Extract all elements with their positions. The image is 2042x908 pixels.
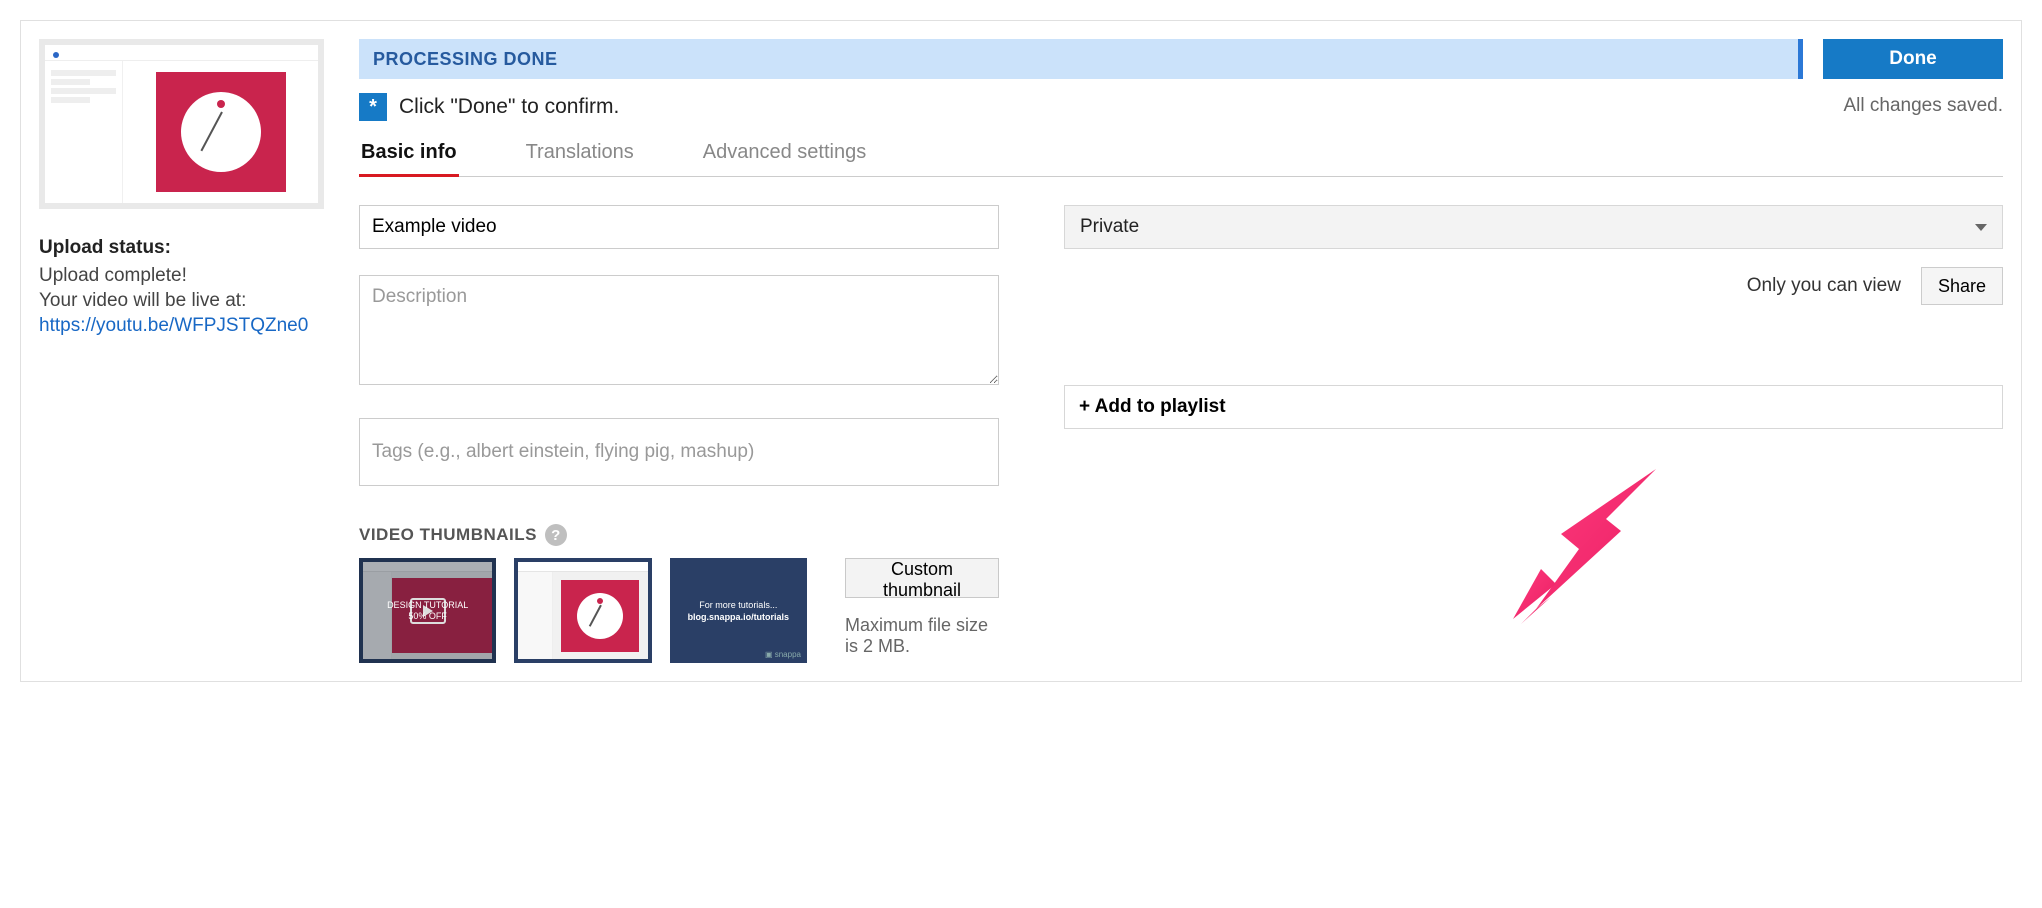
help-icon[interactable]: ?: [545, 524, 567, 546]
tabs: Basic info Translations Advanced setting…: [359, 141, 2003, 177]
save-status-text: All changes saved.: [1844, 95, 2004, 117]
privacy-dropdown[interactable]: Private: [1064, 205, 2003, 249]
upload-status-message: Upload complete!: [39, 265, 324, 287]
thumbnail-option-1[interactable]: DESIGN TUTORIAL50% OFF: [359, 558, 496, 663]
asterisk-icon: *: [359, 93, 387, 121]
max-file-size-note: Maximum file size is 2 MB.: [845, 615, 999, 657]
main-column: PROCESSING DONE Done * Click "Done" to c…: [359, 39, 2003, 663]
thumbnail-option-3[interactable]: For more tutorials...blog.snappa.io/tuto…: [670, 558, 807, 663]
left-column: Upload status: Upload complete! Your vid…: [39, 39, 324, 663]
video-preview-thumbnail[interactable]: [39, 39, 324, 209]
tab-basic-info[interactable]: Basic info: [359, 141, 459, 177]
thumbnail-option-2[interactable]: [514, 558, 651, 663]
thumbnails-header: VIDEO THUMBNAILS: [359, 525, 537, 545]
custom-thumbnail-button[interactable]: Custom thumbnail: [845, 558, 999, 598]
done-button[interactable]: Done: [1823, 39, 2003, 79]
upload-live-prefix: Your video will be live at:: [39, 290, 324, 312]
upload-status: Upload status: Upload complete! Your vid…: [39, 237, 324, 337]
upload-video-url-link[interactable]: https://youtu.be/WFPJSTQZne0: [39, 315, 308, 336]
upload-editor-panel: Upload status: Upload complete! Your vid…: [20, 20, 2022, 682]
video-tags-input[interactable]: [359, 418, 999, 486]
share-button[interactable]: Share: [1921, 267, 2003, 305]
privacy-view-note: Only you can view: [1747, 275, 1901, 297]
chevron-down-icon: [1975, 224, 1987, 231]
processing-status-bar: PROCESSING DONE: [359, 39, 1803, 79]
tab-translations[interactable]: Translations: [524, 141, 636, 176]
confirm-tip-text: Click "Done" to confirm.: [399, 95, 619, 119]
tab-advanced-settings[interactable]: Advanced settings: [701, 141, 868, 176]
upload-status-title: Upload status:: [39, 237, 324, 259]
video-description-input[interactable]: [359, 275, 999, 385]
add-to-playlist-button[interactable]: + Add to playlist: [1064, 385, 2003, 429]
video-title-input[interactable]: [359, 205, 999, 249]
